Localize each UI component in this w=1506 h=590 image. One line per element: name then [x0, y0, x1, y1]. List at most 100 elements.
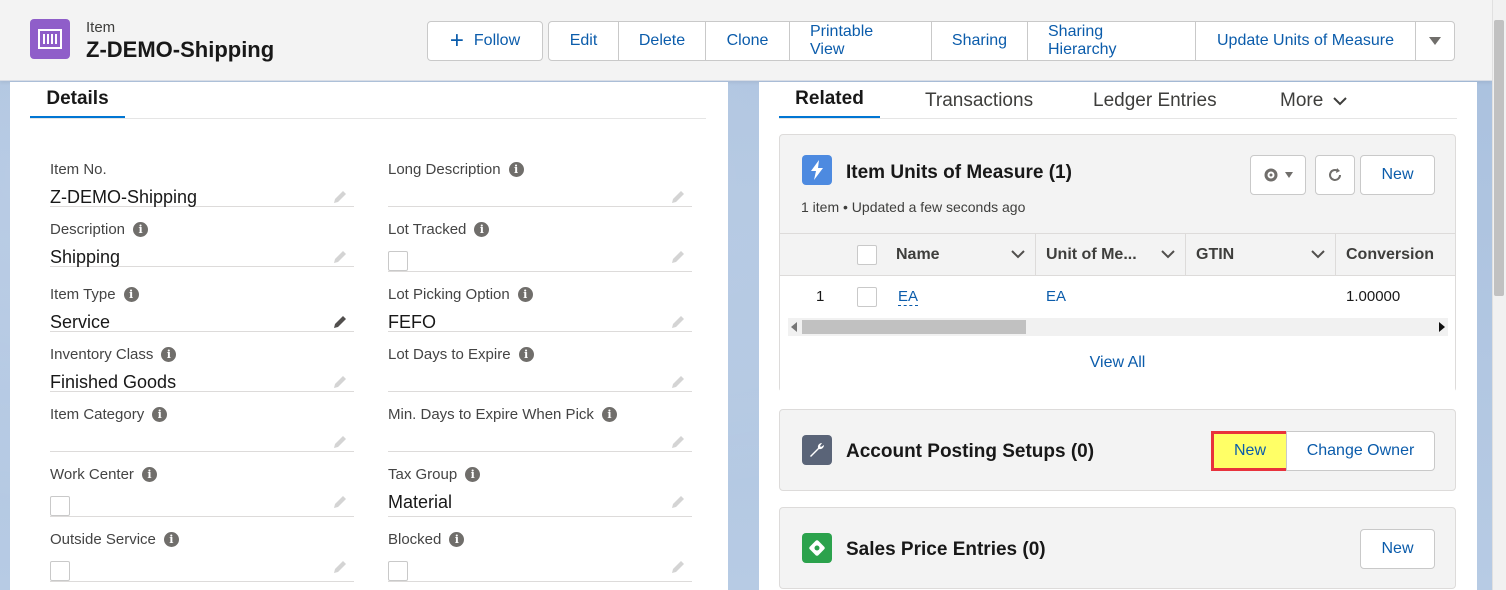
follow-button[interactable]: + Follow [427, 21, 543, 61]
record-header: Item Z-DEMO-Shipping + Follow Edit Delet… [0, 0, 1492, 81]
column-header-conversion[interactable]: Conversion [1336, 234, 1455, 276]
new-posting-setup-button[interactable]: New [1211, 431, 1289, 471]
field-value: Service [50, 312, 111, 332]
chevron-down-icon [1311, 250, 1325, 259]
new-sales-price-button[interactable]: New [1360, 529, 1435, 569]
change-owner-button[interactable]: Change Owner [1286, 431, 1435, 471]
info-icon[interactable]: i [518, 347, 534, 362]
lot-tracked-checkbox[interactable] [388, 251, 408, 271]
pencil-icon[interactable] [670, 314, 686, 330]
select-all-checkbox[interactable] [857, 245, 877, 265]
tab-details[interactable]: Details [30, 82, 125, 119]
uom-unit-link[interactable]: EA [1046, 288, 1066, 305]
printable-view-button[interactable]: Printable View [790, 22, 932, 60]
field-work-center: Work Center i [50, 452, 354, 517]
pencil-icon[interactable] [332, 494, 348, 510]
pencil-icon[interactable] [670, 374, 686, 390]
item-object-icon [30, 19, 70, 59]
pencil-icon[interactable] [670, 559, 686, 575]
info-icon[interactable]: i [449, 532, 465, 547]
view-all-link[interactable]: View All [780, 354, 1455, 372]
pencil-icon[interactable] [670, 249, 686, 265]
account-posting-setups-card: Account Posting Setups (0) New Change Ow… [779, 409, 1456, 491]
row-number-header [780, 234, 840, 276]
work-center-checkbox[interactable] [50, 496, 70, 516]
more-actions-button[interactable] [1416, 22, 1454, 60]
card-title[interactable]: Item Units of Measure (1) [846, 162, 1072, 184]
field-value: Shipping [50, 247, 121, 267]
field-lot-tracked: Lot Tracked i [388, 207, 692, 272]
column-header-unit[interactable]: Unit of Me... [1036, 234, 1186, 276]
tab-more[interactable]: More [1280, 82, 1348, 119]
row-checkbox[interactable] [857, 287, 877, 307]
lightning-icon [802, 155, 832, 185]
field-min-days-to-expire: Min. Days to Expire When Pick i [388, 392, 692, 452]
uom-conversion: 1.00000 [1346, 288, 1401, 305]
info-icon[interactable]: i [161, 347, 177, 362]
info-icon[interactable]: i [474, 222, 490, 237]
caret-down-icon [1429, 37, 1441, 45]
chevron-down-icon [1011, 250, 1025, 259]
refresh-button[interactable] [1315, 155, 1355, 195]
sharing-hierarchy-button[interactable]: Sharing Hierarchy [1028, 22, 1196, 60]
info-icon[interactable]: i [133, 222, 149, 237]
related-panel: Related Transactions Ledger Entries More… [759, 82, 1477, 590]
pencil-icon[interactable] [332, 374, 348, 390]
vertical-scrollbar[interactable] [1492, 0, 1506, 590]
blocked-checkbox[interactable] [388, 561, 408, 581]
table-row: 1 EA EA 1.00000 [780, 276, 1455, 318]
scroll-right-icon[interactable] [1438, 322, 1446, 332]
clone-button[interactable]: Clone [706, 22, 790, 60]
column-header-name[interactable]: Name [886, 234, 1036, 276]
pencil-icon[interactable] [332, 249, 348, 265]
update-units-of-measure-button[interactable]: Update Units of Measure [1196, 22, 1416, 60]
delete-button[interactable]: Delete [619, 22, 706, 60]
pencil-icon[interactable] [332, 314, 348, 330]
pencil-icon[interactable] [670, 434, 686, 450]
table-header: Name Unit of Me... GTIN Conversion [780, 234, 1455, 276]
price-tag-icon [802, 533, 832, 563]
sharing-button[interactable]: Sharing [932, 22, 1028, 60]
edit-button[interactable]: Edit [549, 22, 619, 60]
horizontal-scrollbar[interactable] [788, 318, 1448, 336]
pencil-icon[interactable] [670, 189, 686, 205]
scroll-thumb[interactable] [802, 320, 1026, 334]
card-title[interactable]: Account Posting Setups (0) [846, 441, 1094, 463]
field-outside-service: Outside Service i [50, 517, 354, 582]
tab-transactions[interactable]: Transactions [925, 82, 1033, 119]
column-header-gtin[interactable]: GTIN [1186, 234, 1336, 276]
scroll-thumb[interactable] [1494, 20, 1504, 296]
tab-ledger-entries[interactable]: Ledger Entries [1093, 82, 1217, 119]
info-icon[interactable]: i [508, 162, 524, 177]
pencil-icon[interactable] [332, 559, 348, 575]
scroll-left-icon[interactable] [790, 322, 798, 332]
row-number: 1 [816, 288, 825, 305]
card-subtitle: 1 item • Updated a few seconds ago [801, 199, 1026, 215]
outside-service-checkbox[interactable] [50, 561, 70, 581]
tab-divider [779, 118, 1457, 119]
info-icon[interactable]: i [152, 407, 168, 422]
info-icon[interactable]: i [141, 467, 157, 482]
pencil-icon[interactable] [670, 494, 686, 510]
details-panel: Details Item No. Z-DEMO-Shipping Descrip… [10, 82, 728, 590]
card-title[interactable]: Sales Price Entries (0) [846, 539, 1046, 561]
info-icon[interactable]: i [123, 287, 139, 302]
list-settings-button[interactable] [1250, 155, 1306, 195]
field-value: Finished Goods [50, 372, 177, 392]
field-value: Material [388, 492, 453, 512]
field-item-no: Item No. Z-DEMO-Shipping [50, 147, 354, 207]
chevron-down-icon [1333, 96, 1348, 105]
refresh-icon [1329, 168, 1341, 181]
pencil-icon[interactable] [332, 434, 348, 450]
pencil-icon[interactable] [332, 189, 348, 205]
new-uom-button[interactable]: New [1360, 155, 1435, 195]
info-icon[interactable]: i [517, 287, 533, 302]
tab-related[interactable]: Related [779, 82, 880, 119]
info-icon[interactable]: i [601, 407, 617, 422]
gear-icon [1264, 168, 1278, 182]
field-tax-group: Tax Group i Material [388, 452, 692, 517]
info-icon[interactable]: i [465, 467, 481, 482]
record-name: Z-DEMO-Shipping [86, 37, 275, 62]
info-icon[interactable]: i [163, 532, 179, 547]
uom-name-link[interactable]: EA [898, 288, 919, 306]
